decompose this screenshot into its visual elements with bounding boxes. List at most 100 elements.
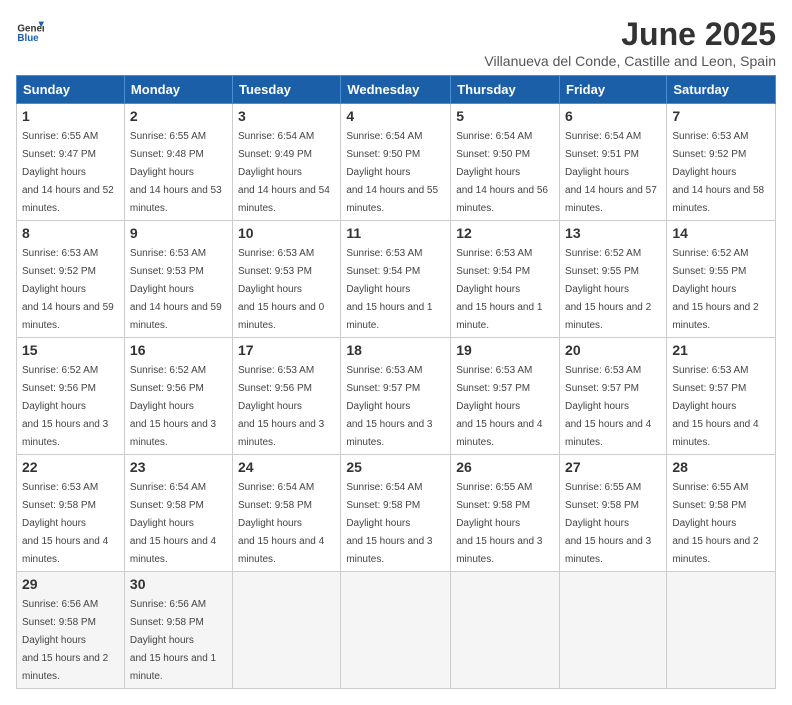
day-number: 10 xyxy=(238,225,335,241)
day-number: 7 xyxy=(672,108,770,124)
day-info: Sunrise: 6:52 AMSunset: 9:56 PMDaylight … xyxy=(22,365,108,448)
table-row: 29 Sunrise: 6:56 AMSunset: 9:58 PMDaylig… xyxy=(17,572,125,689)
day-info: Sunrise: 6:53 AMSunset: 9:56 PMDaylight … xyxy=(238,365,324,448)
calendar-week-row: 29 Sunrise: 6:56 AMSunset: 9:58 PMDaylig… xyxy=(17,572,776,689)
col-saturday: Saturday xyxy=(667,76,776,104)
day-number: 26 xyxy=(456,459,554,475)
day-number: 30 xyxy=(130,576,227,592)
table-row xyxy=(560,572,667,689)
table-row: 15 Sunrise: 6:52 AMSunset: 9:56 PMDaylig… xyxy=(17,338,125,455)
day-number: 29 xyxy=(22,576,119,592)
calendar-header-row: Sunday Monday Tuesday Wednesday Thursday… xyxy=(17,76,776,104)
day-number: 17 xyxy=(238,342,335,358)
logo: General Blue xyxy=(16,16,44,44)
day-info: Sunrise: 6:53 AMSunset: 9:57 PMDaylight … xyxy=(565,365,651,448)
day-number: 8 xyxy=(22,225,119,241)
day-info: Sunrise: 6:53 AMSunset: 9:57 PMDaylight … xyxy=(456,365,542,448)
table-row: 10 Sunrise: 6:53 AMSunset: 9:53 PMDaylig… xyxy=(233,221,341,338)
day-number: 16 xyxy=(130,342,227,358)
day-number: 28 xyxy=(672,459,770,475)
table-row: 27 Sunrise: 6:55 AMSunset: 9:58 PMDaylig… xyxy=(560,455,667,572)
table-row: 20 Sunrise: 6:53 AMSunset: 9:57 PMDaylig… xyxy=(560,338,667,455)
table-row: 19 Sunrise: 6:53 AMSunset: 9:57 PMDaylig… xyxy=(451,338,560,455)
day-info: Sunrise: 6:54 AMSunset: 9:58 PMDaylight … xyxy=(238,482,324,565)
col-thursday: Thursday xyxy=(451,76,560,104)
page-container: General Blue June 2025 Villanueva del Co… xyxy=(16,16,776,689)
table-row: 18 Sunrise: 6:53 AMSunset: 9:57 PMDaylig… xyxy=(341,338,451,455)
month-title: June 2025 xyxy=(484,16,776,53)
day-info: Sunrise: 6:52 AMSunset: 9:55 PMDaylight … xyxy=(565,248,651,331)
table-row: 6 Sunrise: 6:54 AMSunset: 9:51 PMDayligh… xyxy=(560,104,667,221)
day-number: 9 xyxy=(130,225,227,241)
calendar-week-row: 15 Sunrise: 6:52 AMSunset: 9:56 PMDaylig… xyxy=(17,338,776,455)
col-friday: Friday xyxy=(560,76,667,104)
day-info: Sunrise: 6:52 AMSunset: 9:56 PMDaylight … xyxy=(130,365,216,448)
day-info: Sunrise: 6:53 AMSunset: 9:53 PMDaylight … xyxy=(130,248,222,331)
table-row xyxy=(451,572,560,689)
day-number: 20 xyxy=(565,342,661,358)
day-number: 22 xyxy=(22,459,119,475)
day-info: Sunrise: 6:54 AMSunset: 9:58 PMDaylight … xyxy=(130,482,216,565)
day-info: Sunrise: 6:53 AMSunset: 9:58 PMDaylight … xyxy=(22,482,108,565)
logo-icon: General Blue xyxy=(16,16,44,44)
day-number: 3 xyxy=(238,108,335,124)
day-number: 23 xyxy=(130,459,227,475)
calendar-week-row: 8 Sunrise: 6:53 AMSunset: 9:52 PMDayligh… xyxy=(17,221,776,338)
day-number: 4 xyxy=(346,108,445,124)
table-row xyxy=(233,572,341,689)
table-row: 17 Sunrise: 6:53 AMSunset: 9:56 PMDaylig… xyxy=(233,338,341,455)
day-info: Sunrise: 6:53 AMSunset: 9:52 PMDaylight … xyxy=(22,248,114,331)
day-info: Sunrise: 6:55 AMSunset: 9:58 PMDaylight … xyxy=(672,482,758,565)
table-row: 30 Sunrise: 6:56 AMSunset: 9:58 PMDaylig… xyxy=(124,572,232,689)
day-info: Sunrise: 6:54 AMSunset: 9:58 PMDaylight … xyxy=(346,482,432,565)
day-info: Sunrise: 6:54 AMSunset: 9:49 PMDaylight … xyxy=(238,131,330,214)
day-info: Sunrise: 6:53 AMSunset: 9:54 PMDaylight … xyxy=(456,248,542,331)
table-row: 4 Sunrise: 6:54 AMSunset: 9:50 PMDayligh… xyxy=(341,104,451,221)
day-info: Sunrise: 6:53 AMSunset: 9:57 PMDaylight … xyxy=(346,365,432,448)
table-row: 24 Sunrise: 6:54 AMSunset: 9:58 PMDaylig… xyxy=(233,455,341,572)
table-row: 26 Sunrise: 6:55 AMSunset: 9:58 PMDaylig… xyxy=(451,455,560,572)
day-number: 15 xyxy=(22,342,119,358)
day-number: 6 xyxy=(565,108,661,124)
day-info: Sunrise: 6:56 AMSunset: 9:58 PMDaylight … xyxy=(22,599,108,682)
day-number: 12 xyxy=(456,225,554,241)
svg-text:Blue: Blue xyxy=(17,33,39,44)
table-row: 2 Sunrise: 6:55 AMSunset: 9:48 PMDayligh… xyxy=(124,104,232,221)
table-row: 11 Sunrise: 6:53 AMSunset: 9:54 PMDaylig… xyxy=(341,221,451,338)
calendar-week-row: 1 Sunrise: 6:55 AMSunset: 9:47 PMDayligh… xyxy=(17,104,776,221)
table-row: 7 Sunrise: 6:53 AMSunset: 9:52 PMDayligh… xyxy=(667,104,776,221)
day-info: Sunrise: 6:53 AMSunset: 9:57 PMDaylight … xyxy=(672,365,758,448)
location-subtitle: Villanueva del Conde, Castille and Leon,… xyxy=(484,53,776,69)
day-number: 1 xyxy=(22,108,119,124)
day-info: Sunrise: 6:54 AMSunset: 9:50 PMDaylight … xyxy=(456,131,548,214)
day-number: 2 xyxy=(130,108,227,124)
day-info: Sunrise: 6:52 AMSunset: 9:55 PMDaylight … xyxy=(672,248,758,331)
day-info: Sunrise: 6:54 AMSunset: 9:50 PMDaylight … xyxy=(346,131,438,214)
table-row: 13 Sunrise: 6:52 AMSunset: 9:55 PMDaylig… xyxy=(560,221,667,338)
day-number: 5 xyxy=(456,108,554,124)
day-number: 13 xyxy=(565,225,661,241)
day-info: Sunrise: 6:56 AMSunset: 9:58 PMDaylight … xyxy=(130,599,216,682)
table-row: 9 Sunrise: 6:53 AMSunset: 9:53 PMDayligh… xyxy=(124,221,232,338)
col-monday: Monday xyxy=(124,76,232,104)
day-number: 27 xyxy=(565,459,661,475)
day-info: Sunrise: 6:53 AMSunset: 9:53 PMDaylight … xyxy=(238,248,324,331)
day-number: 19 xyxy=(456,342,554,358)
calendar-week-row: 22 Sunrise: 6:53 AMSunset: 9:58 PMDaylig… xyxy=(17,455,776,572)
day-number: 24 xyxy=(238,459,335,475)
day-number: 18 xyxy=(346,342,445,358)
table-row: 14 Sunrise: 6:52 AMSunset: 9:55 PMDaylig… xyxy=(667,221,776,338)
table-row: 5 Sunrise: 6:54 AMSunset: 9:50 PMDayligh… xyxy=(451,104,560,221)
table-row: 12 Sunrise: 6:53 AMSunset: 9:54 PMDaylig… xyxy=(451,221,560,338)
table-row: 21 Sunrise: 6:53 AMSunset: 9:57 PMDaylig… xyxy=(667,338,776,455)
col-tuesday: Tuesday xyxy=(233,76,341,104)
day-info: Sunrise: 6:54 AMSunset: 9:51 PMDaylight … xyxy=(565,131,657,214)
header-area: General Blue June 2025 Villanueva del Co… xyxy=(16,16,776,69)
table-row: 16 Sunrise: 6:52 AMSunset: 9:56 PMDaylig… xyxy=(124,338,232,455)
day-info: Sunrise: 6:55 AMSunset: 9:48 PMDaylight … xyxy=(130,131,222,214)
table-row: 8 Sunrise: 6:53 AMSunset: 9:52 PMDayligh… xyxy=(17,221,125,338)
calendar-table: Sunday Monday Tuesday Wednesday Thursday… xyxy=(16,75,776,689)
day-number: 11 xyxy=(346,225,445,241)
table-row: 1 Sunrise: 6:55 AMSunset: 9:47 PMDayligh… xyxy=(17,104,125,221)
title-area: June 2025 Villanueva del Conde, Castille… xyxy=(484,16,776,69)
